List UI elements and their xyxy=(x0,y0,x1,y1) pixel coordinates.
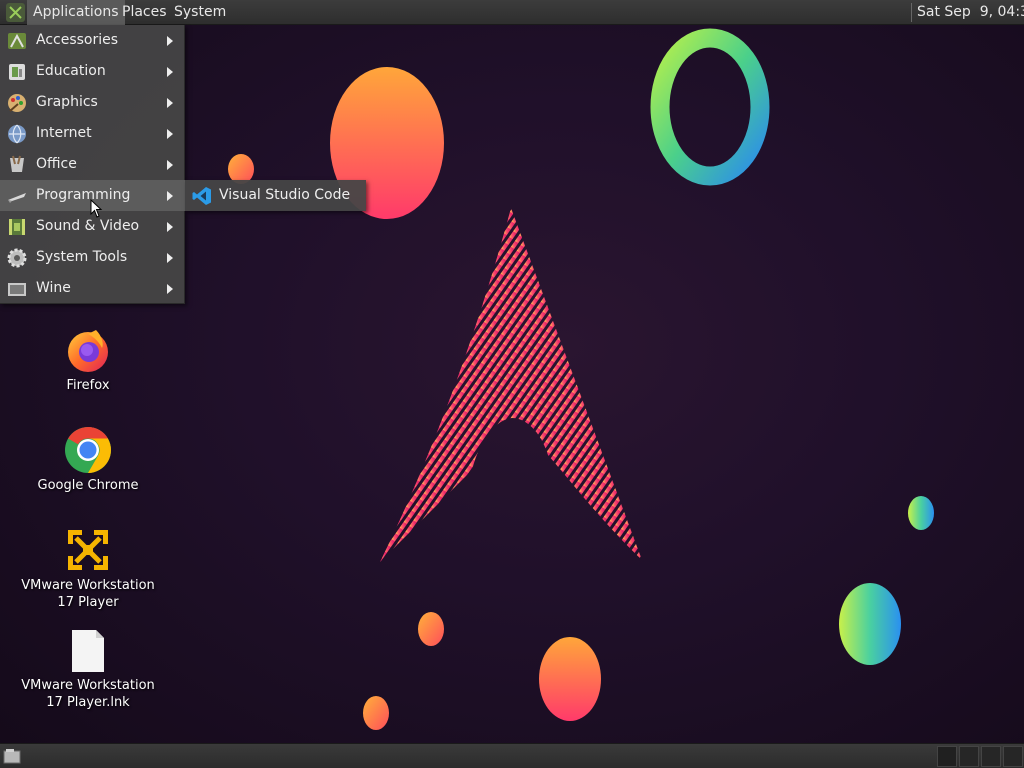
desktop-icon-label: Google Chrome xyxy=(37,478,139,493)
show-desktop-icon[interactable] xyxy=(3,748,21,764)
submenu-arrow-icon xyxy=(167,253,173,263)
desktop-icon-label: VMware Workstation 17 Player.lnk xyxy=(21,678,155,710)
top-panel: Applications Places System Sat Sep 9, 04… xyxy=(0,0,1024,25)
workspace-3[interactable] xyxy=(981,746,1001,767)
desktop-icon-label: Firefox xyxy=(66,378,110,393)
menu-item-accessories[interactable]: Accessories xyxy=(0,25,185,56)
submenu-arrow-icon xyxy=(167,129,173,139)
programming-submenu: Visual Studio Code xyxy=(185,180,366,211)
submenu-item-visual-studio-code[interactable]: Visual Studio Code xyxy=(185,180,366,211)
desktop-icon-vmware-player[interactable]: VMware Workstation 17 Player xyxy=(18,526,158,611)
submenu-arrow-icon xyxy=(167,284,173,294)
vmware-icon xyxy=(68,530,108,570)
mate-logo-icon[interactable] xyxy=(6,3,25,22)
menu-item-office[interactable]: Office xyxy=(0,149,185,180)
workspace-1[interactable] xyxy=(937,746,957,767)
menu-item-label: Programming xyxy=(36,187,131,203)
vscode-icon xyxy=(192,187,211,205)
file-icon xyxy=(72,630,104,672)
panel-separator xyxy=(911,3,912,22)
wine-icon xyxy=(8,283,26,296)
submenu-arrow-icon xyxy=(167,36,173,46)
graphics-icon xyxy=(8,94,26,112)
submenu-arrow-icon xyxy=(167,98,173,108)
bottom-panel xyxy=(0,743,1024,768)
menu-item-label: Accessories xyxy=(36,32,119,48)
menu-item-system-tools[interactable]: System Tools xyxy=(0,242,185,273)
desktop-icon-label: VMware Workstation 17 Player xyxy=(21,578,155,610)
menu-item-label: Office xyxy=(36,156,77,172)
accessories-icon xyxy=(8,33,26,49)
menu-applications[interactable]: Applications xyxy=(27,0,125,25)
submenu-arrow-icon xyxy=(167,67,173,77)
submenu-arrow-icon xyxy=(167,191,173,201)
firefox-icon xyxy=(68,330,108,372)
submenu-arrow-icon xyxy=(167,222,173,232)
menu-item-label: Education xyxy=(36,63,106,79)
menu-item-internet[interactable]: Internet xyxy=(0,118,185,149)
menu-item-label: Wine xyxy=(36,280,71,296)
desktop-icon-firefox[interactable]: Firefox xyxy=(18,326,158,394)
menu-item-graphics[interactable]: Graphics xyxy=(0,87,185,118)
menu-item-label: Graphics xyxy=(36,94,98,110)
mouse-cursor-icon xyxy=(90,199,103,218)
menu-item-label: System Tools xyxy=(36,249,128,265)
applications-menu: Accessories Education Graphics Internet xyxy=(0,25,185,304)
clock[interactable]: Sat Sep 9, 04:32 xyxy=(917,0,1024,25)
menu-item-label: Sound & Video xyxy=(36,218,140,234)
submenu-item-label: Visual Studio Code xyxy=(219,187,351,203)
menu-item-wine[interactable]: Wine xyxy=(0,273,185,304)
menu-places[interactable]: Places xyxy=(116,0,173,25)
menu-item-education[interactable]: Education xyxy=(0,56,185,87)
desktop-icon-google-chrome[interactable]: Google Chrome xyxy=(18,426,158,494)
chrome-icon xyxy=(65,427,111,473)
menu-system[interactable]: System xyxy=(168,0,232,25)
desktop-icon-vmware-lnk[interactable]: VMware Workstation 17 Player.lnk xyxy=(18,628,158,711)
workspace-2[interactable] xyxy=(959,746,979,767)
workspace-4[interactable] xyxy=(1003,746,1023,767)
system-tools-icon xyxy=(7,248,27,268)
internet-icon xyxy=(8,124,26,144)
office-icon xyxy=(10,155,24,172)
programming-icon xyxy=(8,193,26,203)
education-icon xyxy=(9,64,25,80)
menu-item-label: Internet xyxy=(36,125,92,141)
submenu-arrow-icon xyxy=(167,160,173,170)
sound-video-icon xyxy=(9,219,25,235)
